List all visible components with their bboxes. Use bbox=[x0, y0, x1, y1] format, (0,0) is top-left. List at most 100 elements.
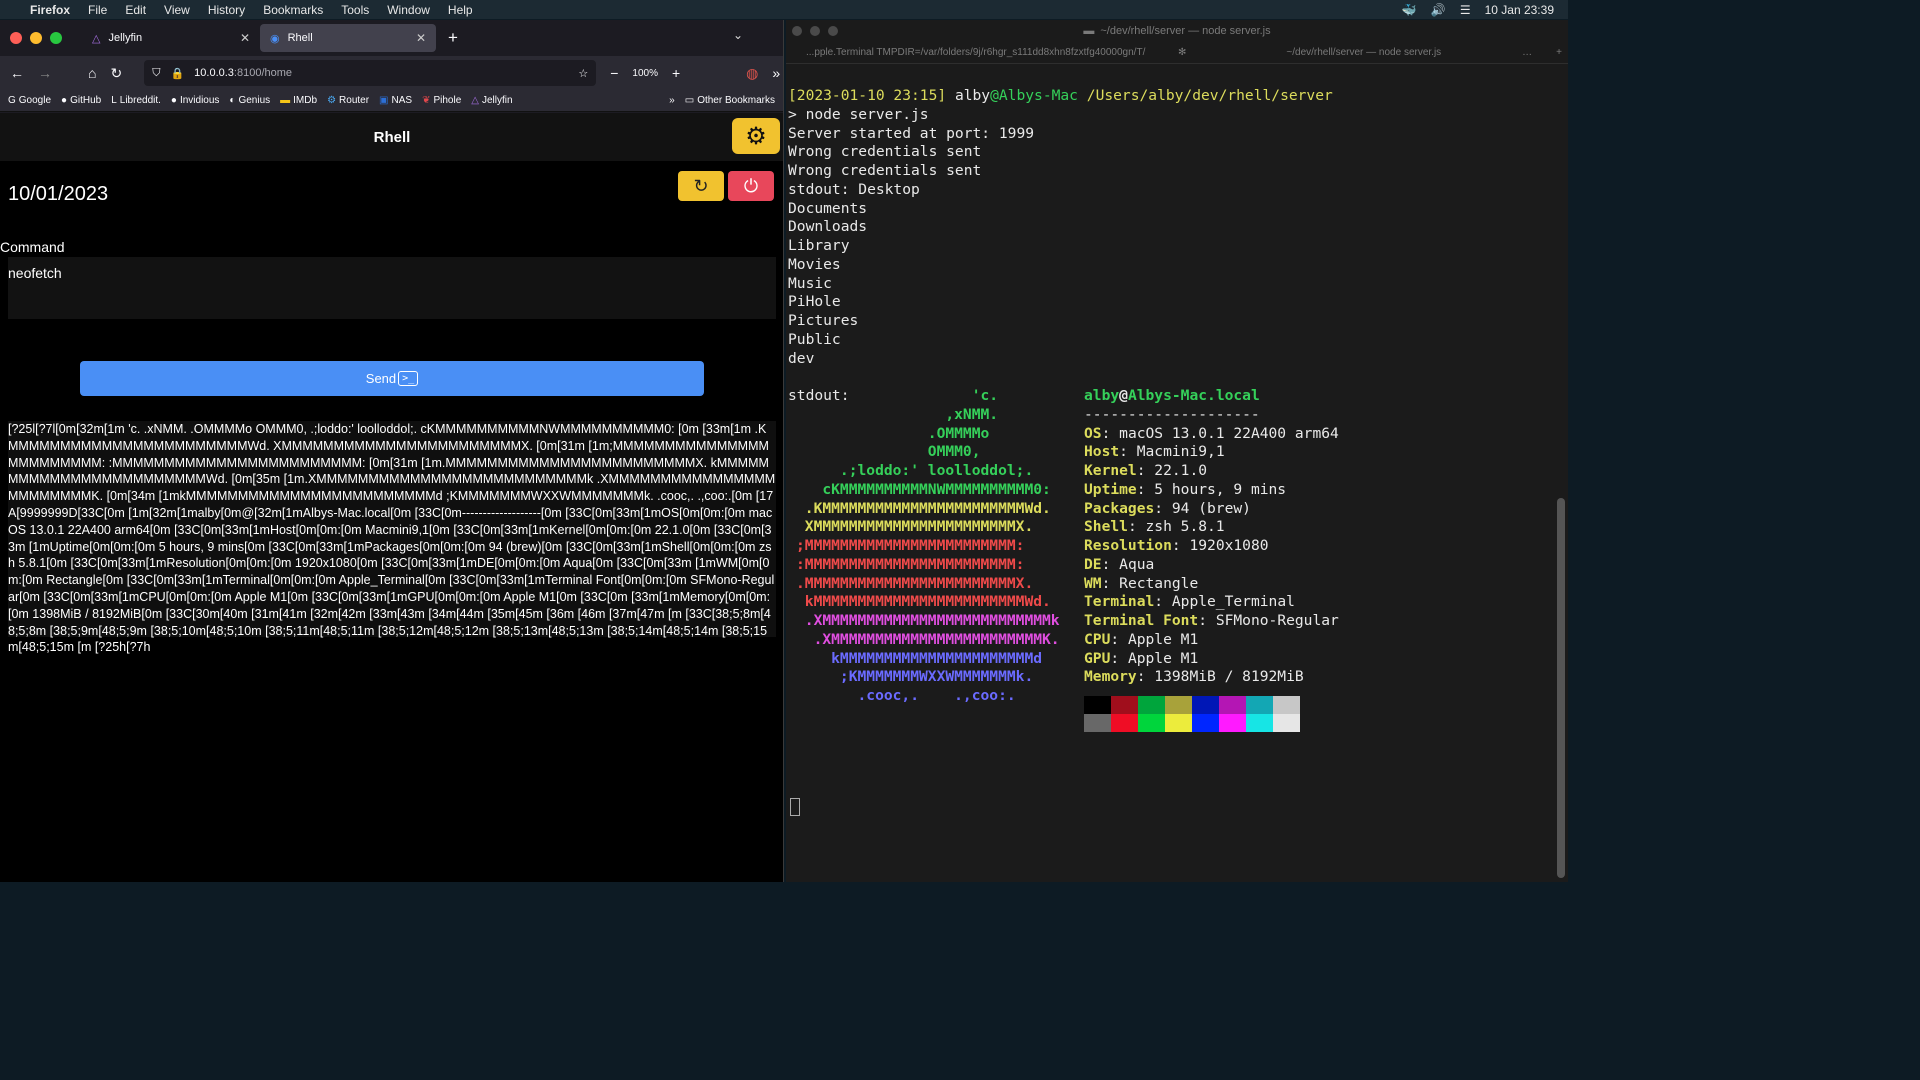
bookmark-github[interactable]: ● GitHub bbox=[61, 95, 101, 106]
neofetch-info-line: Host: Macmini9,1 bbox=[1084, 442, 1225, 461]
zoom-window-icon[interactable] bbox=[50, 32, 62, 44]
send-button[interactable]: Send >_ bbox=[80, 361, 704, 396]
power-icon: ⏻ bbox=[743, 175, 759, 196]
minimize-window-icon[interactable] bbox=[30, 32, 42, 44]
url-bar[interactable]: ⛉ 🔒 10.0.0.3:8100/home ☆ bbox=[144, 60, 597, 86]
bookmark-star-icon[interactable]: ☆ bbox=[578, 67, 588, 80]
new-terminal-tab-icon[interactable]: + bbox=[1556, 47, 1562, 58]
bookmark-label: Invidious bbox=[179, 95, 220, 106]
spinner-icon: ✻ bbox=[1178, 47, 1187, 58]
bookmark-label: Pihole bbox=[433, 95, 462, 106]
menu-bookmarks[interactable]: Bookmarks bbox=[263, 3, 323, 17]
bookmark-nas[interactable]: ▣ NAS bbox=[379, 95, 412, 106]
color-swatch bbox=[1273, 714, 1300, 732]
info-colon: : bbox=[1110, 649, 1120, 667]
shield-icon[interactable]: ⛉ bbox=[152, 67, 160, 80]
menubar-app-name[interactable]: Firefox bbox=[30, 3, 70, 17]
reload-icon[interactable]: ↻ bbox=[110, 65, 122, 82]
terminal-tab-1[interactable]: ...pple.Terminal TMPDIR=/var/folders/9j/… bbox=[786, 47, 1178, 58]
bookmark-imdb[interactable]: ▬ IMDb bbox=[280, 95, 317, 106]
lock-icon[interactable]: 🔒 bbox=[170, 67, 184, 80]
tab-overflow-icon[interactable]: … bbox=[1522, 47, 1532, 58]
libreddit-icon: L bbox=[111, 95, 117, 106]
info-value: Apple M1 bbox=[1119, 630, 1199, 648]
bookmarks-chevrons-icon[interactable]: » bbox=[669, 95, 675, 106]
apple-logo-line: XMMMMMMMMMMMMMMMMMMMMMMMX. bbox=[796, 518, 1034, 536]
date-display: 10/01/2023 bbox=[8, 183, 109, 205]
menu-file[interactable]: File bbox=[88, 3, 107, 17]
url-text[interactable]: 10.0.0.3:8100/home bbox=[194, 67, 568, 79]
close-window-icon[interactable] bbox=[10, 32, 22, 44]
terminal-cursor bbox=[790, 798, 800, 816]
close-tab-icon[interactable]: ✕ bbox=[240, 31, 250, 45]
control-center-icon[interactable]: ☰ bbox=[1460, 3, 1471, 17]
home-icon[interactable]: ⌂ bbox=[88, 65, 96, 81]
neofetch-info-line: GPU: Apple M1 bbox=[1084, 649, 1198, 668]
info-value: 1398MiB / 8192MiB bbox=[1145, 668, 1304, 686]
color-swatch bbox=[1192, 714, 1219, 732]
volume-icon[interactable]: 🔊 bbox=[1431, 3, 1446, 17]
bookmark-router[interactable]: ⚙ Router bbox=[327, 95, 369, 106]
refresh-button[interactable]: ↻ bbox=[678, 171, 724, 201]
command-input[interactable]: neofetch bbox=[8, 257, 776, 319]
terminal-output[interactable]: [2023-01-10 23:15] alby@Albys-Mac /Users… bbox=[788, 86, 1548, 876]
neofetch-separator: -------------------- bbox=[1084, 405, 1260, 423]
pihole-icon: ❦ bbox=[422, 95, 431, 106]
bookmark-invidious[interactable]: ● Invidious bbox=[171, 95, 220, 106]
folder-icon: ▭ bbox=[684, 95, 695, 106]
new-tab-icon[interactable]: + bbox=[448, 28, 458, 48]
bookmark-libreddit[interactable]: L Libreddit. bbox=[111, 95, 161, 106]
info-value: 22.1.0 bbox=[1145, 462, 1208, 479]
power-button[interactable]: ⏻ bbox=[728, 171, 774, 201]
tab-jellyfin[interactable]: △ Jellyfin ✕ bbox=[82, 24, 260, 52]
other-bookmarks[interactable]: ▭ Other Bookmarks bbox=[685, 95, 775, 106]
log-line: Downloads bbox=[788, 218, 868, 236]
bookmark-jellyfin[interactable]: △ Jellyfin bbox=[471, 95, 512, 106]
google-icon: G bbox=[8, 95, 16, 106]
neofetch-info-line: Memory: 1398MiB / 8192MiB bbox=[1084, 667, 1304, 686]
forward-icon[interactable]: → bbox=[38, 65, 52, 81]
zoom-out-icon[interactable]: − bbox=[610, 65, 618, 81]
menu-help[interactable]: Help bbox=[448, 3, 473, 17]
menu-history[interactable]: History bbox=[208, 3, 245, 17]
terminal-tab-2[interactable]: ~/dev/rhell/server — node server.js bbox=[1186, 47, 1522, 58]
terminal-scrollbar[interactable] bbox=[1556, 68, 1566, 878]
bookmark-google[interactable]: G Google bbox=[8, 95, 51, 106]
terminal-title: ~/dev/rhell/server — node server.js bbox=[1100, 25, 1271, 37]
bookmark-label: Libreddit. bbox=[119, 95, 161, 106]
tab-rhell[interactable]: ◉ Rhell ✕ bbox=[260, 24, 436, 52]
info-value: Aqua bbox=[1110, 555, 1155, 573]
menu-window[interactable]: Window bbox=[387, 3, 430, 17]
minimize-window-icon[interactable] bbox=[810, 26, 820, 36]
zoom-in-icon[interactable]: + bbox=[672, 65, 680, 81]
apple-logo-line: .OMMMMo bbox=[796, 424, 990, 442]
zoom-window-icon[interactable] bbox=[828, 26, 838, 36]
extension-icon[interactable]: ◍ bbox=[746, 65, 758, 82]
menu-tools[interactable]: Tools bbox=[341, 3, 369, 17]
firefox-window: △ Jellyfin ✕ ◉ Rhell ✕ + ⌄ ← → ⌂ ↻ ⛉ 🔒 1… bbox=[0, 20, 784, 882]
docker-icon[interactable]: 🐳 bbox=[1402, 3, 1417, 17]
more-tools-chevrons-icon[interactable]: » bbox=[772, 65, 780, 81]
neofetch-host: Albys-Mac.local bbox=[1127, 387, 1260, 404]
close-tab-icon[interactable]: ✕ bbox=[416, 31, 426, 45]
navigation-toolbar: ← → ⌂ ↻ ⛉ 🔒 10.0.0.3:8100/home ☆ − 100% … bbox=[0, 56, 783, 90]
bookmark-label: Other Bookmarks bbox=[697, 95, 775, 106]
neofetch-info-line: Resolution: 1920x1080 bbox=[1084, 536, 1269, 555]
back-icon[interactable]: ← bbox=[10, 65, 24, 81]
settings-button[interactable]: ⚙ bbox=[732, 118, 780, 154]
info-key: GPU bbox=[1084, 649, 1111, 667]
menu-view[interactable]: View bbox=[164, 3, 190, 17]
info-colon: : bbox=[1110, 630, 1120, 648]
menu-edit[interactable]: Edit bbox=[125, 3, 146, 17]
close-window-icon[interactable] bbox=[792, 26, 802, 36]
info-key: Packages bbox=[1084, 499, 1155, 517]
bookmark-label: IMDb bbox=[293, 95, 318, 106]
apple-logo-line: .XMMMMMMMMMMMMMMMMMMMMMMMMMMk bbox=[796, 612, 1060, 629]
menubar-clock[interactable]: 10 Jan 23:39 bbox=[1485, 3, 1554, 17]
scrollbar-thumb[interactable] bbox=[1557, 498, 1565, 878]
bookmark-genius[interactable]: ◐ Genius bbox=[229, 95, 270, 106]
zoom-level[interactable]: 100% bbox=[632, 68, 658, 79]
bookmark-pihole[interactable]: ❦ Pihole bbox=[422, 95, 461, 106]
list-tabs-chevron-down-icon[interactable]: ⌄ bbox=[733, 28, 743, 42]
info-key: Terminal bbox=[1084, 593, 1155, 611]
